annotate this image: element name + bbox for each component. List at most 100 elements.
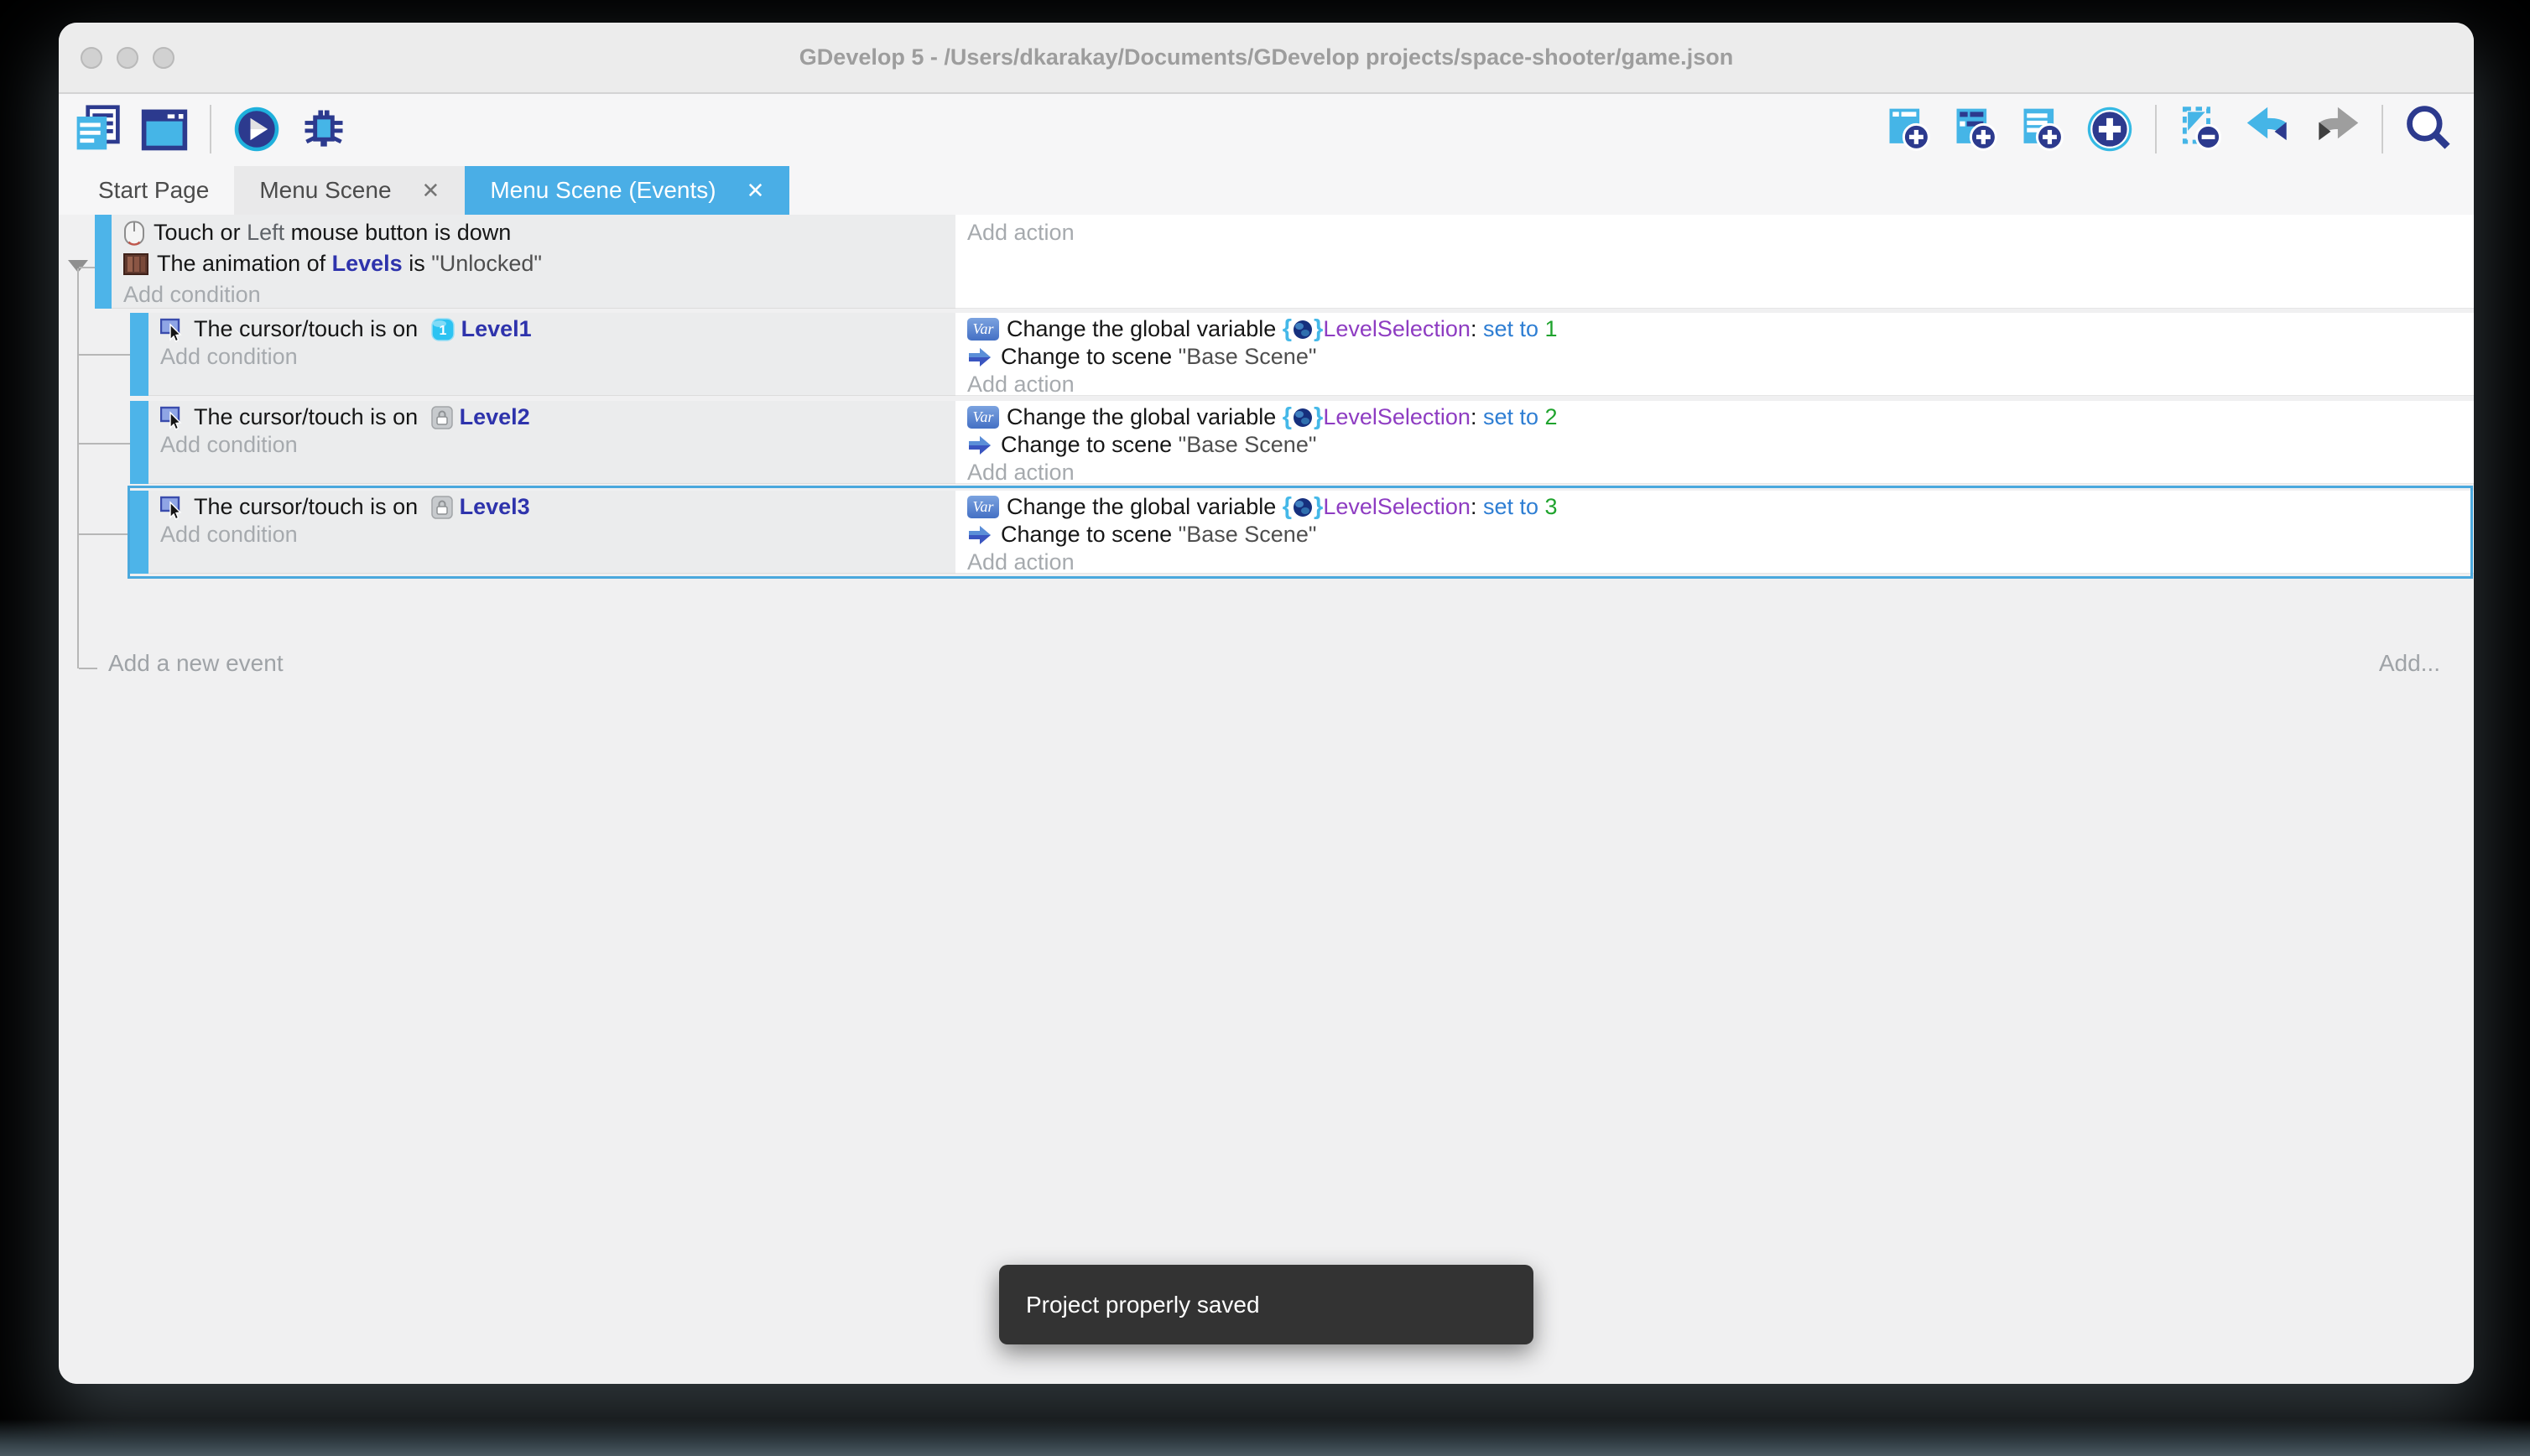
- minimize-window-button[interactable]: [117, 47, 138, 69]
- project-manager-button[interactable]: [70, 102, 124, 156]
- sub-event-2-actions[interactable]: Var Change the global variable { } Level…: [955, 401, 2474, 484]
- scene-editor-icon: [139, 104, 190, 154]
- change-scene-arrow-icon: [967, 434, 992, 456]
- toast-notification: Project properly saved: [999, 1265, 1533, 1344]
- global-variable-icon: {: [1283, 493, 1292, 521]
- tabbar: Start Page Menu Scene ✕ Menu Scene (Even…: [59, 166, 2474, 215]
- action-change-scene[interactable]: Change to scene "Base Scene": [967, 521, 2474, 549]
- add-condition-link[interactable]: Add condition: [123, 279, 955, 310]
- event-color-bar: [95, 215, 112, 309]
- delete-event-button[interactable]: [2175, 102, 2229, 156]
- variable-badge-icon: Var: [967, 318, 999, 341]
- sub-event-1-conditions[interactable]: The cursor/touch is on 1 Level1 Add cond…: [148, 313, 955, 396]
- add-event-button[interactable]: [1882, 102, 1935, 156]
- tab-start-page[interactable]: Start Page: [73, 166, 234, 215]
- action-set-variable[interactable]: Var Change the global variable { } Level…: [967, 315, 2474, 343]
- add-sub-event-button[interactable]: [1949, 102, 2002, 156]
- globe-icon: [1293, 408, 1313, 428]
- tab-menu-scene-events[interactable]: Menu Scene (Events) ✕: [465, 166, 789, 215]
- add-condition-link[interactable]: Add condition: [160, 343, 955, 371]
- add-new-event-button[interactable]: Add a new event: [108, 650, 284, 677]
- variable-badge-icon: Var: [967, 496, 999, 518]
- event-tree-line: [79, 354, 130, 356]
- add-condition-link[interactable]: Add condition: [160, 521, 955, 549]
- sub-event-3-actions[interactable]: Var Change the global variable { } Level…: [955, 491, 2474, 574]
- tab-label: Menu Scene (Events): [490, 177, 716, 204]
- window-title: GDevelop 5 - /Users/dkarakay/Documents/G…: [59, 23, 2474, 92]
- animation-icon: [123, 253, 148, 275]
- toolbar-left-group: [70, 102, 351, 156]
- titlebar: GDevelop 5 - /Users/dkarakay/Documents/G…: [59, 23, 2474, 94]
- toolbar-divider: [210, 105, 211, 153]
- event-tree-line: [79, 668, 97, 669]
- debug-button[interactable]: [297, 102, 351, 156]
- search-button[interactable]: [2402, 102, 2455, 156]
- globe-icon: [1293, 497, 1313, 517]
- redo-icon: [2311, 104, 2361, 154]
- add-condition-link[interactable]: Add condition: [160, 431, 955, 459]
- tab-label: Menu Scene: [259, 177, 391, 204]
- cursor-icon: [160, 405, 185, 430]
- undo-button[interactable]: [2242, 102, 2296, 156]
- add-action-link[interactable]: Add action: [967, 549, 2474, 576]
- svg-text:1: 1: [439, 324, 446, 338]
- toolbar-right-group: [1882, 102, 2455, 156]
- close-tab-icon[interactable]: ✕: [747, 178, 765, 204]
- globe-icon: [1293, 320, 1313, 340]
- lock-object-icon: [431, 496, 453, 519]
- condition-animation[interactable]: The animation of Levels is "Unlocked": [123, 248, 955, 279]
- add-choose-button[interactable]: [2083, 102, 2137, 156]
- sub-event-2-conditions[interactable]: The cursor/touch is on Level2 Add condit…: [148, 401, 955, 484]
- level1-object-icon: 1: [431, 318, 455, 341]
- global-variable-icon: {: [1283, 403, 1292, 431]
- add-action-link[interactable]: Add action: [967, 371, 2474, 398]
- toolbar-divider: [2382, 105, 2383, 153]
- event-color-bar: [130, 491, 148, 574]
- scene-editor-button[interactable]: [138, 102, 191, 156]
- debug-icon: [299, 104, 349, 154]
- preview-button[interactable]: [230, 102, 284, 156]
- sub-event-1-actions[interactable]: Var Change the global variable { } Level…: [955, 313, 2474, 396]
- tab-menu-scene[interactable]: Menu Scene ✕: [234, 166, 465, 215]
- cursor-icon: [160, 317, 185, 342]
- search-icon: [2403, 104, 2454, 154]
- add-action-link[interactable]: Add action: [967, 459, 2474, 486]
- variable-badge-icon: Var: [967, 406, 999, 429]
- global-variable-icon: }: [1314, 315, 1323, 343]
- add-comment-button[interactable]: [2016, 102, 2069, 156]
- add-more-button[interactable]: Add...: [2379, 650, 2440, 677]
- desktop-shadow: [0, 1419, 2530, 1456]
- condition-cursor-on-level2[interactable]: The cursor/touch is on Level2: [160, 403, 955, 431]
- project-manager-icon: [72, 104, 122, 154]
- app-window: GDevelop 5 - /Users/dkarakay/Documents/G…: [59, 23, 2474, 1384]
- desktop-background: { "window": { "title": "GDevelop 5 - /Us…: [0, 0, 2530, 1456]
- event-tree-line: [79, 267, 95, 268]
- traffic-lights: [81, 47, 174, 69]
- delete-event-icon: [2177, 104, 2227, 154]
- close-tab-icon[interactable]: ✕: [422, 178, 440, 204]
- action-change-scene[interactable]: Change to scene "Base Scene": [967, 343, 2474, 371]
- add-event-icon: [1883, 104, 1934, 154]
- sub-event-3-conditions[interactable]: The cursor/touch is on Level3 Add condit…: [148, 491, 955, 574]
- global-variable-icon: {: [1283, 315, 1292, 343]
- condition-cursor-on-level1[interactable]: The cursor/touch is on 1 Level1: [160, 315, 955, 343]
- mouse-icon: [123, 221, 145, 246]
- action-change-scene[interactable]: Change to scene "Base Scene": [967, 431, 2474, 459]
- condition-touch-mouse[interactable]: Touch or Left mouse button is down: [123, 217, 955, 248]
- play-icon: [232, 104, 282, 154]
- change-scene-arrow-icon: [967, 524, 992, 546]
- event-tree-line: [79, 533, 130, 535]
- close-window-button[interactable]: [81, 47, 102, 69]
- condition-cursor-on-level3[interactable]: The cursor/touch is on Level3: [160, 493, 955, 521]
- add-circle-icon: [2085, 104, 2135, 154]
- add-action-link[interactable]: Add action: [967, 217, 2474, 248]
- add-comment-icon: [2017, 104, 2068, 154]
- parent-event-conditions[interactable]: Touch or Left mouse button is down The a…: [112, 215, 955, 309]
- action-set-variable[interactable]: Var Change the global variable { } Level…: [967, 403, 2474, 431]
- undo-icon: [2244, 104, 2294, 154]
- redo-button[interactable]: [2309, 102, 2363, 156]
- lock-object-icon: [431, 406, 453, 429]
- zoom-window-button[interactable]: [153, 47, 174, 69]
- action-set-variable[interactable]: Var Change the global variable { } Level…: [967, 493, 2474, 521]
- parent-event-actions[interactable]: Add action: [955, 215, 2474, 309]
